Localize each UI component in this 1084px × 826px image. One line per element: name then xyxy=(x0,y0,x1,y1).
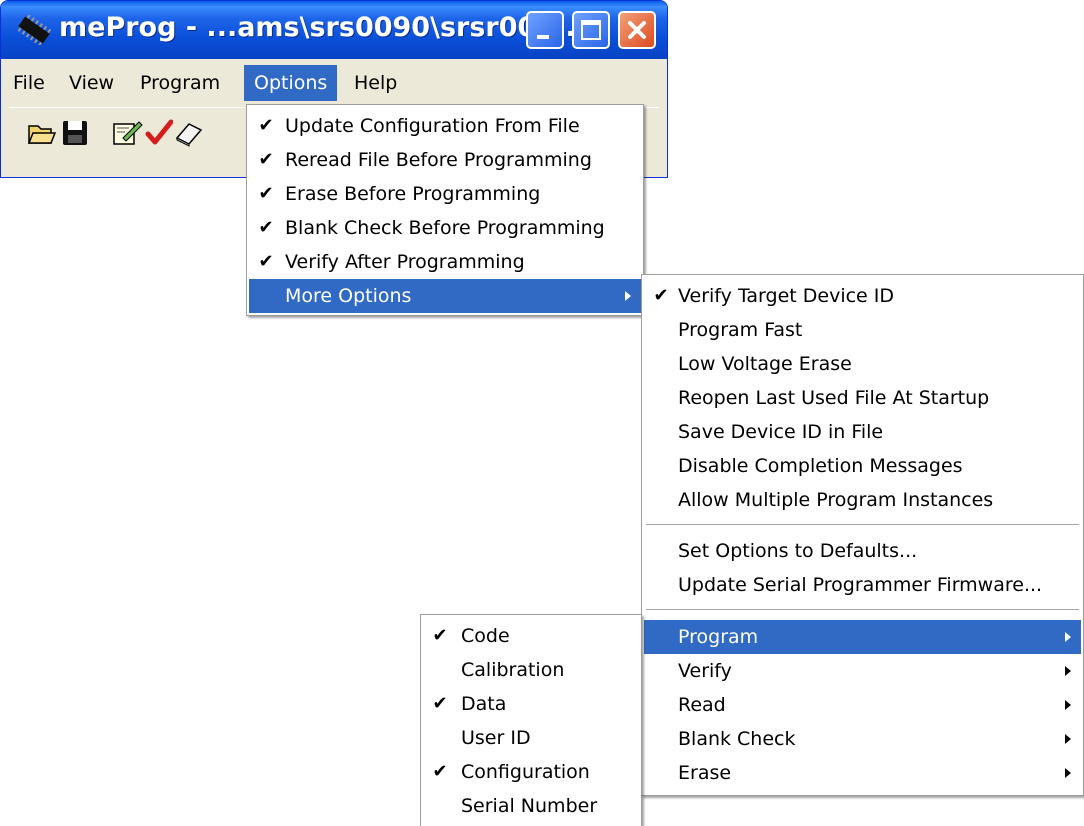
save-icon[interactable] xyxy=(61,118,89,148)
menu-item-disable-completion-messages[interactable]: Disable Completion Messages xyxy=(644,449,1081,483)
minimize-icon xyxy=(537,35,549,39)
menu-item-verify[interactable]: Verify xyxy=(644,654,1081,688)
submenu-arrow-icon xyxy=(625,291,631,301)
menu-item-blank-check[interactable]: Blank Check xyxy=(644,722,1081,756)
menu-item-reread-file[interactable]: ✔ Reread File Before Programming xyxy=(249,143,641,177)
menu-bar: File View Program Options Help xyxy=(1,65,667,101)
menu-item-more-options[interactable]: More Options xyxy=(249,279,641,313)
menu-item-code[interactable]: ✔ Code xyxy=(423,619,639,653)
menu-item-set-options-defaults[interactable]: Set Options to Defaults... xyxy=(644,534,1081,568)
checkmark-icon: ✔ xyxy=(653,285,669,306)
menu-item-update-serial-firmware[interactable]: Update Serial Programmer Firmware... xyxy=(644,568,1081,602)
close-button[interactable] xyxy=(618,11,656,49)
menu-item-user-id[interactable]: User ID xyxy=(423,721,639,755)
options-menu: ✔ Update Configuration From File ✔ Rerea… xyxy=(246,104,644,316)
maximize-icon xyxy=(581,20,601,40)
menu-item-erase-before[interactable]: ✔ Erase Before Programming xyxy=(249,177,641,211)
checkmark-icon: ✔ xyxy=(432,761,448,782)
menu-item-reopen-last-file[interactable]: Reopen Last Used File At Startup xyxy=(644,381,1081,415)
menu-item-save-device-id[interactable]: Save Device ID in File xyxy=(644,415,1081,449)
title-bar[interactable]: meProg - ...ams\srs0090\srsr009... xyxy=(1,1,667,59)
submenu-arrow-icon xyxy=(1065,734,1071,744)
menu-item-program[interactable]: Program xyxy=(644,620,1081,654)
menu-item-read[interactable]: Read xyxy=(644,688,1081,722)
checkmark-icon: ✔ xyxy=(258,217,274,238)
checkmark-icon: ✔ xyxy=(258,251,274,272)
erase-icon[interactable] xyxy=(173,118,205,148)
submenu-arrow-icon xyxy=(1065,632,1071,642)
menu-item-serial-number[interactable]: Serial Number xyxy=(423,789,639,823)
submenu-arrow-icon xyxy=(1065,768,1071,778)
menu-item-configuration[interactable]: ✔ Configuration xyxy=(423,755,639,789)
maximize-button[interactable] xyxy=(572,11,610,49)
edit-icon[interactable] xyxy=(111,118,143,148)
window-title: meProg - ...ams\srs0090\srsr009... xyxy=(59,12,586,43)
submenu-arrow-icon xyxy=(1065,666,1071,676)
menu-item-erase[interactable]: Erase xyxy=(644,756,1081,790)
menu-separator xyxy=(646,609,1079,610)
menu-item-calibration[interactable]: Calibration xyxy=(423,653,639,687)
menu-item-allow-multiple-instances[interactable]: Allow Multiple Program Instances xyxy=(644,483,1081,517)
more-options-menu: ✔ Verify Target Device ID Program Fast L… xyxy=(641,274,1084,796)
menu-view[interactable]: View xyxy=(59,65,124,101)
menu-item-data[interactable]: ✔ Data xyxy=(423,687,639,721)
minimize-button[interactable] xyxy=(526,11,564,49)
checkmark-icon: ✔ xyxy=(432,625,448,646)
checkmark-icon: ✔ xyxy=(258,149,274,170)
menu-item-update-configuration[interactable]: ✔ Update Configuration From File xyxy=(249,109,641,143)
open-folder-icon[interactable] xyxy=(27,118,57,148)
menu-help[interactable]: Help xyxy=(344,65,407,101)
menu-item-blank-check-before[interactable]: ✔ Blank Check Before Programming xyxy=(249,211,641,245)
chip-icon xyxy=(17,15,52,45)
menu-item-verify-after[interactable]: ✔ Verify After Programming xyxy=(249,245,641,279)
menu-program[interactable]: Program xyxy=(130,65,230,101)
checkmark-icon: ✔ xyxy=(258,115,274,136)
menu-options[interactable]: Options xyxy=(244,65,338,101)
program-submenu: ✔ Code Calibration ✔ Data User ID ✔ Conf… xyxy=(420,614,642,826)
checkmark-icon: ✔ xyxy=(258,183,274,204)
checkmark-icon: ✔ xyxy=(432,693,448,714)
menu-item-program-fast[interactable]: Program Fast xyxy=(644,313,1081,347)
menu-separator xyxy=(646,524,1079,525)
submenu-arrow-icon xyxy=(1065,700,1071,710)
close-icon xyxy=(628,21,646,39)
verify-check-icon[interactable] xyxy=(145,118,173,148)
menu-item-low-voltage-erase[interactable]: Low Voltage Erase xyxy=(644,347,1081,381)
menu-file[interactable]: File xyxy=(3,65,55,101)
menu-item-verify-target-device-id[interactable]: ✔ Verify Target Device ID xyxy=(644,279,1081,313)
